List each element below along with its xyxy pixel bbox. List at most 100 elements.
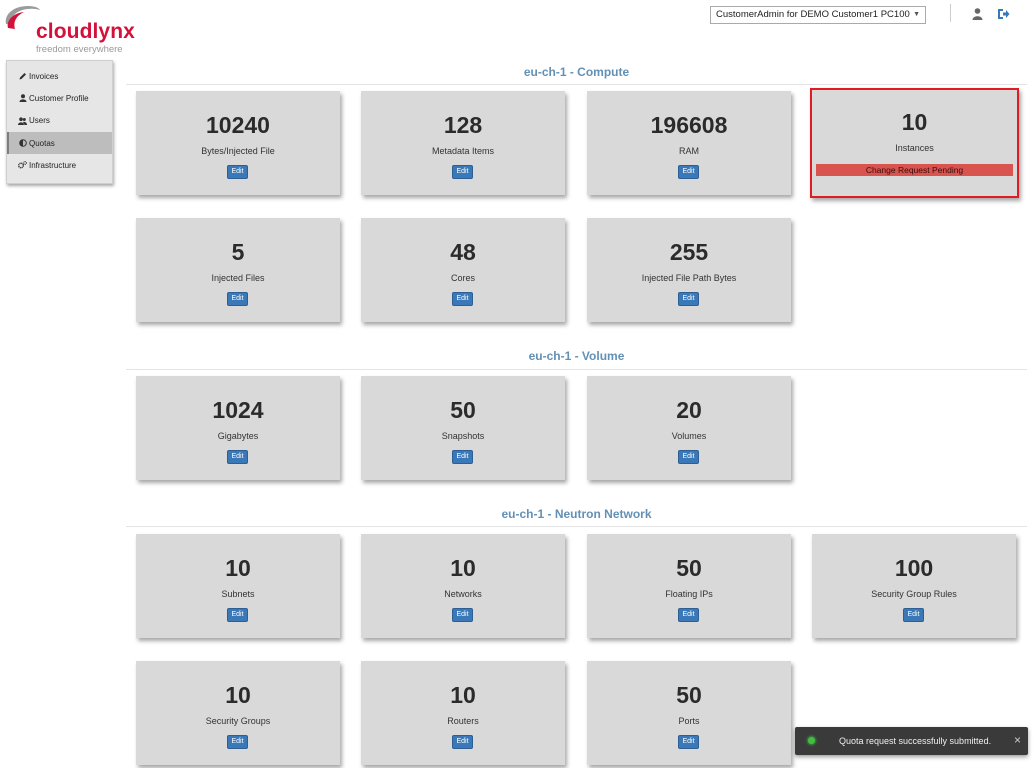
quota-label: Instances (895, 143, 934, 153)
quota-card-floating-ips: 50 Floating IPs Edit (587, 534, 791, 638)
sidebar-item-quotas[interactable]: Quotas (7, 131, 112, 155)
sidebar-item-label: Users (29, 116, 50, 126)
edit-button[interactable]: Edit (227, 292, 248, 306)
sidebar-item-label: Customer Profile (29, 93, 89, 103)
user-icon (18, 94, 27, 103)
quota-card-metadata-items: 128 Metadata Items Edit (361, 91, 565, 195)
quota-label: Injected File Path Bytes (641, 273, 737, 283)
quota-value: 10 (450, 555, 476, 581)
edit-button[interactable]: Edit (678, 735, 699, 749)
edit-button[interactable]: Edit (452, 450, 473, 464)
quota-value: 10 (225, 555, 251, 581)
quota-value: 5 (231, 239, 245, 265)
quota-card-routers: 10 Routers Edit (361, 661, 565, 765)
pencil-icon (18, 72, 27, 81)
quota-label: Snapshots (441, 431, 485, 441)
sidebar-item-users[interactable]: Users (7, 110, 112, 132)
sidebar-item-label: Infrastructure (29, 160, 77, 170)
edit-button[interactable]: Edit (227, 165, 248, 179)
quota-value: 50 (676, 555, 702, 581)
quota-card-volumes: 20 Volumes Edit (587, 376, 791, 480)
edit-button[interactable]: Edit (678, 292, 699, 306)
brand-tagline: freedom everywhere (36, 44, 123, 55)
edit-button[interactable]: Edit (227, 608, 248, 622)
quota-value: 20 (676, 397, 702, 423)
account-select[interactable]: CustomerAdmin for DEMO Customer1 PC100 ▼ (710, 6, 926, 24)
quota-value: 1024 (212, 397, 264, 423)
edit-button[interactable]: Edit (452, 608, 473, 622)
sign-out-icon[interactable] (995, 6, 1011, 22)
change-request-pending-badge: Change Request Pending (816, 164, 1013, 176)
edit-button[interactable]: Edit (452, 165, 473, 179)
sidebar-nav: Invoices Customer Profile Users Quotas I… (6, 60, 113, 184)
sidebar-item-label: Quotas (29, 138, 55, 148)
success-toast: Quota request successfully submitted. × (795, 727, 1028, 755)
quota-label: Routers (447, 716, 479, 726)
quota-label: Injected Files (211, 273, 265, 283)
section-divider (126, 526, 1027, 527)
edit-button[interactable]: Edit (227, 450, 248, 464)
quota-label: RAM (679, 146, 699, 156)
quota-card-cores: 48 Cores Edit (361, 218, 565, 322)
quota-value: 10240 (206, 112, 270, 138)
quota-card-injected-files: 5 Injected Files Edit (136, 218, 340, 322)
user-icon[interactable] (969, 6, 985, 22)
close-icon[interactable]: × (1014, 733, 1021, 747)
quota-card-bytes-injected-file: 10240 Bytes/Injected File Edit (136, 91, 340, 195)
quota-label: Metadata Items (431, 146, 495, 156)
quota-card-instances: 10 Instances Change Request Pending (810, 88, 1019, 198)
edit-button[interactable]: Edit (227, 735, 248, 749)
section-title-neutron-network: eu-ch-1 - Neutron Network (501, 507, 652, 521)
sidebar-item-customer-profile[interactable]: Customer Profile (7, 87, 112, 109)
quota-value: 10 (225, 682, 251, 708)
sidebar-item-infrastructure[interactable]: Infrastructure (7, 154, 112, 176)
cloudlynx-logo[interactable]: cloudlynx freedom everywhere (2, 2, 142, 55)
quota-label: Networks (444, 589, 482, 599)
users-icon (18, 116, 27, 125)
section-divider (126, 369, 1027, 370)
quota-label: Security Group Rules (871, 589, 957, 599)
caret-down-icon: ▼ (913, 11, 920, 18)
quota-card-security-groups: 10 Security Groups Edit (136, 661, 340, 765)
quota-label: Volumes (671, 431, 707, 441)
section-title-volume: eu-ch-1 - Volume (528, 349, 625, 363)
section-title-compute: eu-ch-1 - Compute (523, 65, 630, 79)
quota-value: 50 (450, 397, 476, 423)
section-divider (126, 84, 1027, 85)
quota-value: 10 (450, 682, 476, 708)
quota-card-networks: 10 Networks Edit (361, 534, 565, 638)
edit-button[interactable]: Edit (452, 735, 473, 749)
cogs-icon (18, 161, 27, 170)
quota-value: 10 (901, 109, 928, 135)
edit-button[interactable]: Edit (678, 608, 699, 622)
brand-name: cloudlynx (36, 20, 135, 43)
sidebar-item-invoices[interactable]: Invoices (7, 65, 112, 87)
edit-button[interactable]: Edit (678, 165, 699, 179)
quota-value: 100 (894, 555, 934, 581)
half-circle-icon (18, 139, 27, 148)
status-dot-icon (808, 737, 815, 744)
quota-label: Cores (450, 273, 475, 283)
header-divider (950, 4, 951, 22)
quota-value: 50 (676, 682, 702, 708)
quota-value: 128 (443, 112, 483, 138)
quota-card-subnets: 10 Subnets Edit (136, 534, 340, 638)
quota-label: Subnets (221, 589, 255, 599)
quota-label: Security Groups (205, 716, 271, 726)
edit-button[interactable]: Edit (678, 450, 699, 464)
account-select-value: CustomerAdmin for DEMO Customer1 PC100 (716, 9, 910, 20)
edit-button[interactable]: Edit (452, 292, 473, 306)
quota-label: Bytes/Injected File (201, 146, 275, 156)
quota-card-ram: 196608 RAM Edit (587, 91, 791, 195)
quota-value: 255 (669, 239, 709, 265)
edit-button[interactable]: Edit (903, 608, 924, 622)
quota-card-snapshots: 50 Snapshots Edit (361, 376, 565, 480)
sidebar-item-label: Invoices (29, 71, 59, 81)
quota-value: 48 (450, 239, 476, 265)
quota-card-gigabytes: 1024 Gigabytes Edit (136, 376, 340, 480)
quota-label: Ports (678, 716, 700, 726)
quota-value: 196608 (650, 112, 728, 138)
quota-card-injected-file-path-bytes: 255 Injected File Path Bytes Edit (587, 218, 791, 322)
toast-message: Quota request successfully submitted. (839, 736, 992, 746)
quota-card-security-group-rules: 100 Security Group Rules Edit (812, 534, 1016, 638)
